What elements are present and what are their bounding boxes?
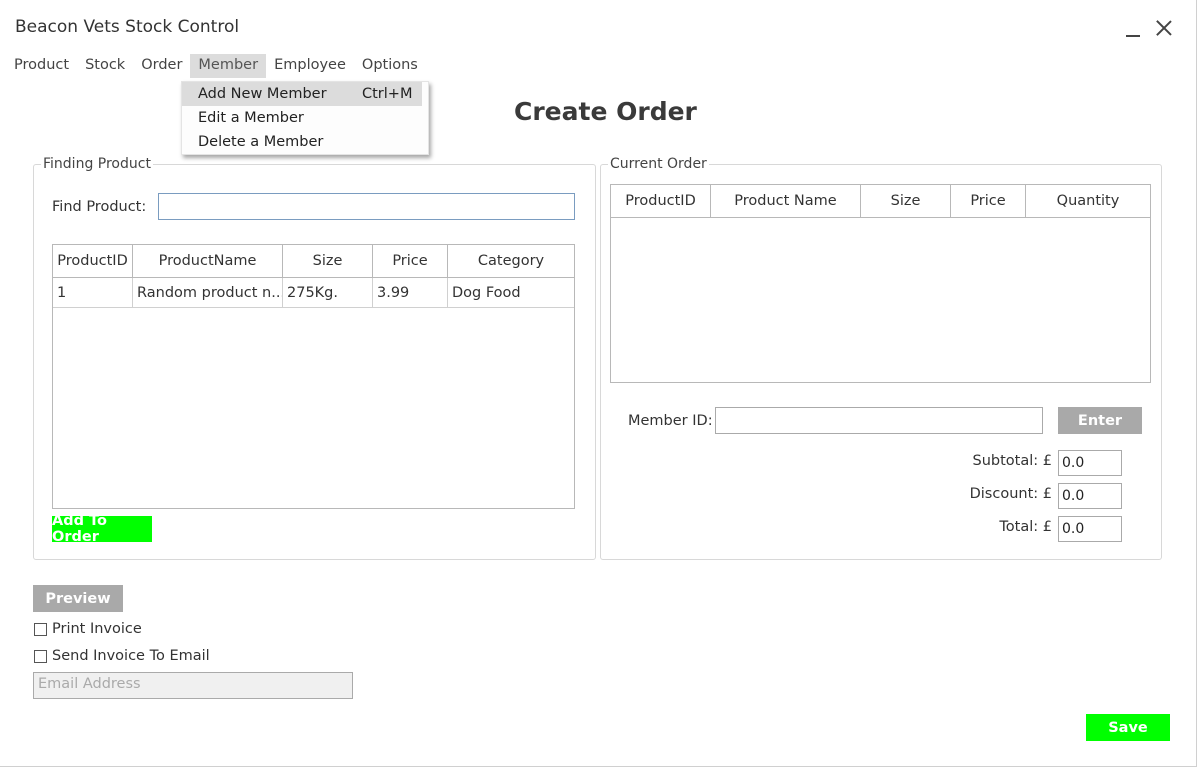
minimize-icon[interactable] [1124,14,1144,38]
column-header[interactable]: Product Name [711,185,861,217]
find-product-label: Find Product: [52,199,147,215]
column-header[interactable]: Size [283,245,373,277]
page-title: Create Order [514,97,697,126]
total-label: Total: £ [999,519,1052,535]
member-id-label: Member ID: [628,413,713,429]
current-order-label: Current Order [608,156,709,172]
finding-product-label: Finding Product [41,156,153,172]
column-header[interactable]: ProductID [611,185,711,217]
column-header[interactable]: Price [951,185,1026,217]
cell-size: 275Kg. [283,278,373,307]
menu-item-shortcut: Ctrl+M [362,86,413,102]
menu-edit-member[interactable]: Edit a Member [182,106,428,130]
column-header[interactable]: Price [373,245,448,277]
discount-label: Discount: £ [969,486,1052,502]
column-header[interactable]: Quantity [1026,185,1150,217]
print-invoice-label: Print Invoice [52,621,142,637]
save-button[interactable]: Save [1086,714,1170,741]
preview-button[interactable]: Preview [33,585,123,612]
menu-stock[interactable]: Stock [77,54,133,78]
member-id-input[interactable] [715,407,1043,434]
column-header[interactable]: Category [448,245,574,277]
menu-options[interactable]: Options [354,54,426,78]
menu-item-label: Delete a Member [198,134,324,150]
cell-product-name: Random product n... [133,278,283,307]
close-icon[interactable] [1153,18,1175,40]
column-header[interactable]: Size [861,185,951,217]
print-invoice-checkbox[interactable] [34,623,47,636]
menu-order[interactable]: Order [133,54,190,78]
find-product-input[interactable] [158,193,575,220]
order-grid-header: ProductID Product Name Size Price Quanti… [611,185,1150,218]
add-to-order-button[interactable]: Add To Order [52,513,152,545]
subtotal-label: Subtotal: £ [972,453,1052,469]
order-grid[interactable]: ProductID Product Name Size Price Quanti… [610,184,1151,383]
cell-product-id: 1 [53,278,133,307]
column-header[interactable]: ProductName [133,245,283,277]
menu-employee[interactable]: Employee [266,54,354,78]
menu-delete-member[interactable]: Delete a Member [182,130,428,154]
email-address-input[interactable]: Email Address [33,672,353,699]
menu-bar: Product Stock Order Member Employee Opti… [6,54,426,78]
send-email-checkbox[interactable] [34,650,47,663]
cell-category: Dog Food [452,284,521,301]
table-row[interactable]: 1 Random product n... 275Kg. 3.99 Dog Fo… [53,278,574,308]
member-dropdown: Add New Member Ctrl+M Edit a Member Dele… [181,81,429,155]
total-field[interactable]: 0.0 [1058,516,1122,542]
column-header[interactable]: ProductID [53,245,133,277]
enter-button[interactable]: Enter [1058,407,1142,434]
menu-member[interactable]: Member [190,54,267,78]
window-title: Beacon Vets Stock Control [15,17,240,37]
menu-product[interactable]: Product [6,54,77,78]
product-grid[interactable]: ProductID ProductName Size Price Categor… [52,244,575,509]
menu-add-new-member[interactable]: Add New Member Ctrl+M [182,82,422,106]
cell-price: 3.99 [373,278,448,307]
product-grid-header: ProductID ProductName Size Price Categor… [53,245,574,278]
send-email-label: Send Invoice To Email [52,648,210,664]
subtotal-field[interactable]: 0.0 [1058,450,1122,476]
app-window: Beacon Vets Stock Control Product Stock … [0,0,1197,767]
menu-item-label: Edit a Member [198,110,304,126]
menu-item-label: Add New Member [198,86,327,102]
discount-field[interactable]: 0.0 [1058,483,1122,509]
